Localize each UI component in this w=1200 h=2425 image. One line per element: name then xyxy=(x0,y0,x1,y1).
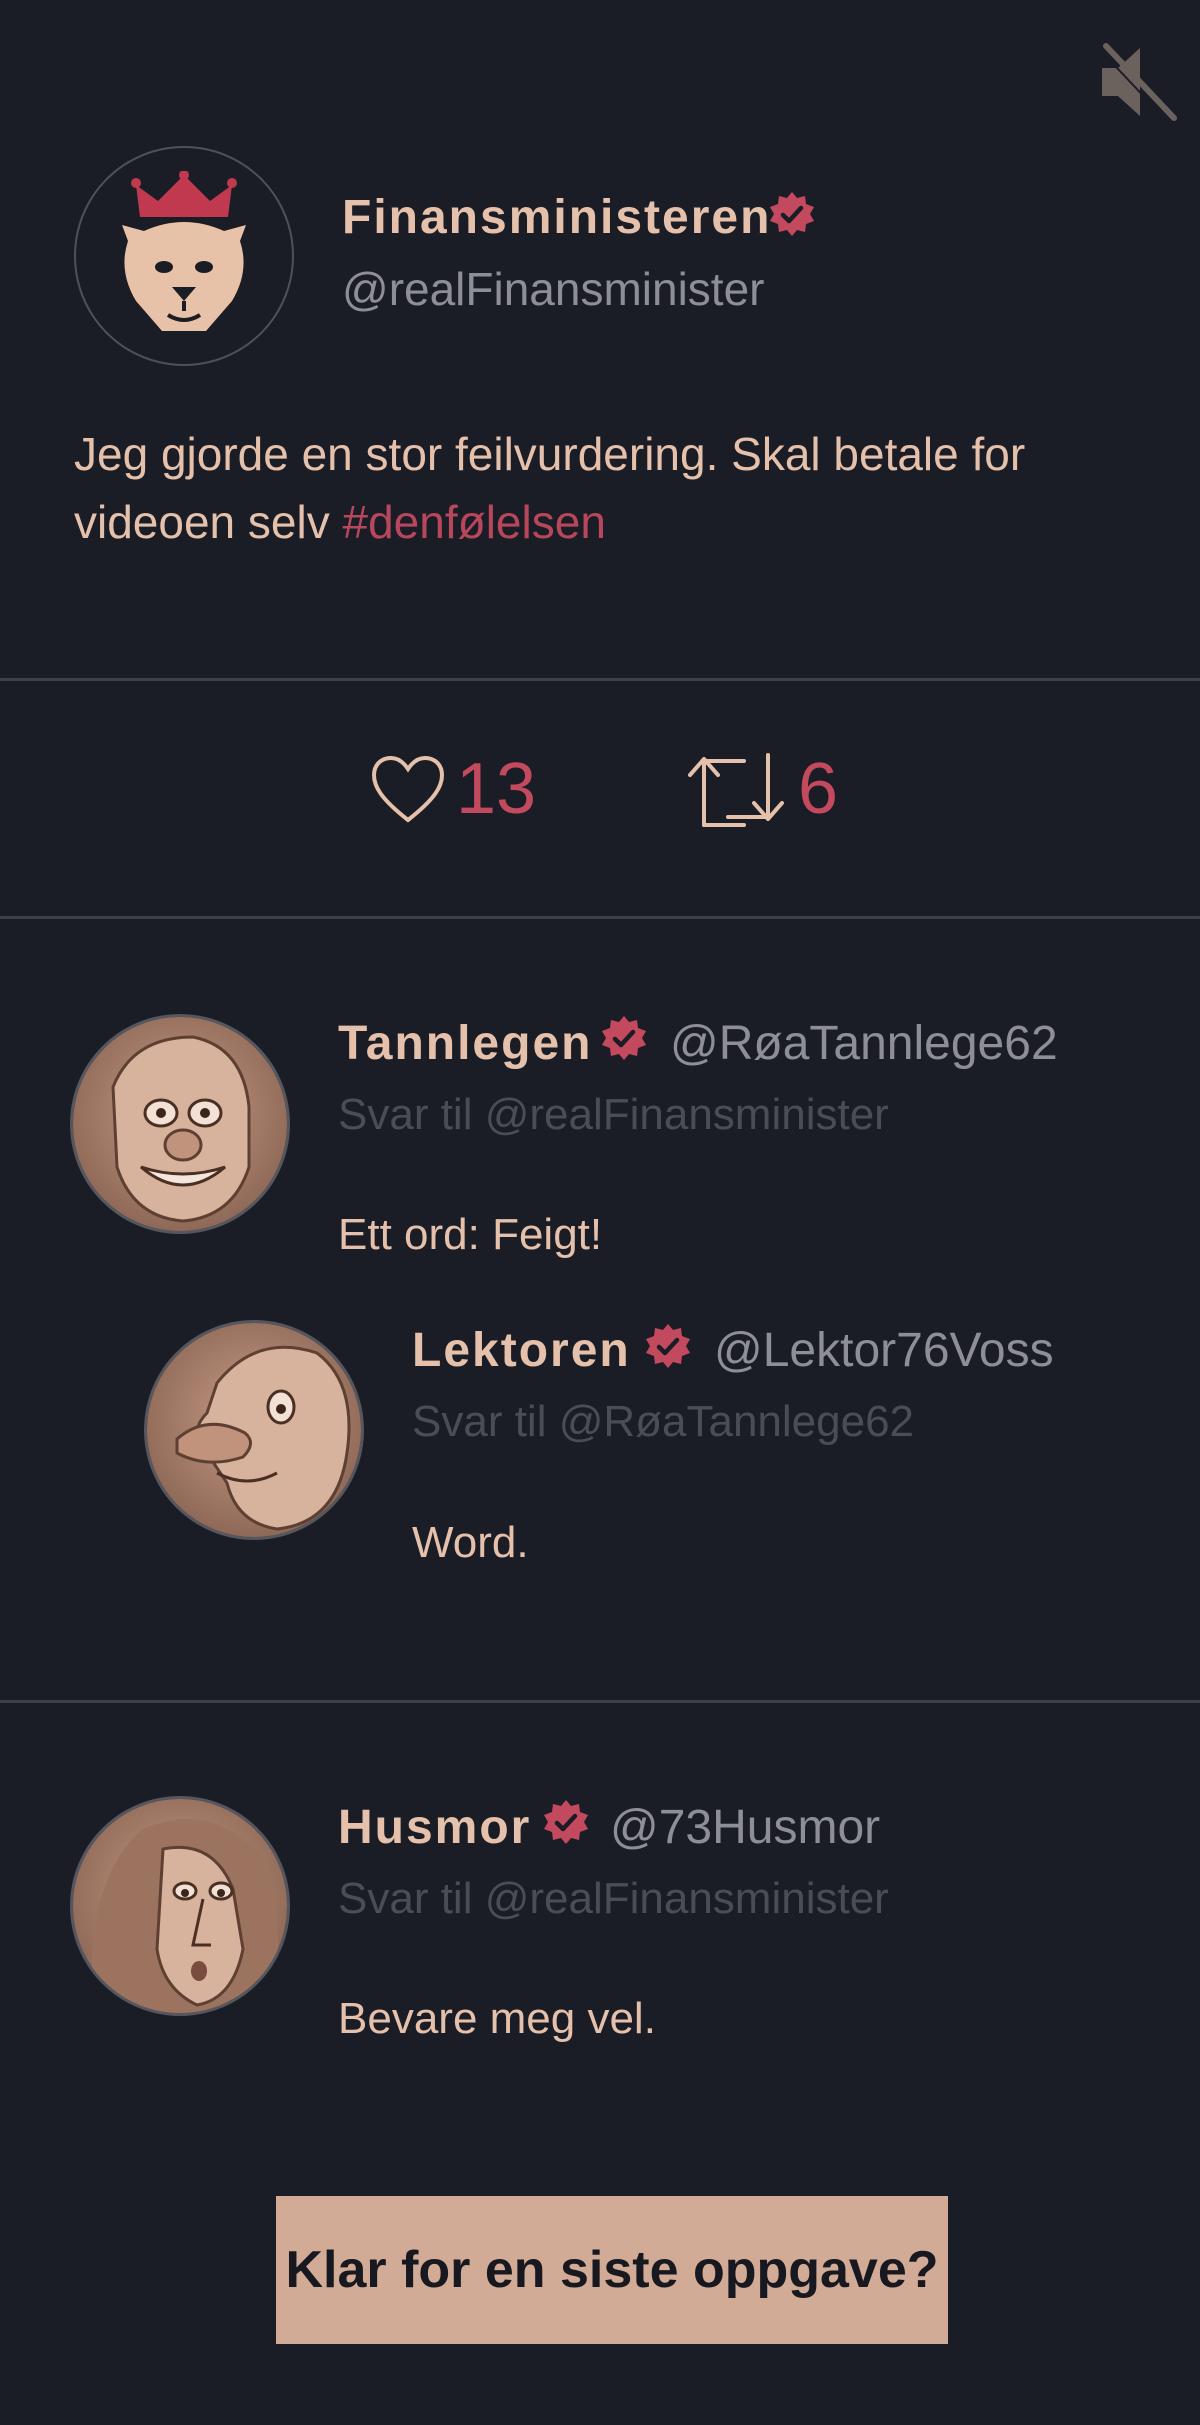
heart-icon xyxy=(371,755,445,823)
retweet-icon xyxy=(688,753,784,827)
comment-reply-to[interactable]: Svar til @realFinansminister xyxy=(338,1874,889,1924)
comment-reply-to[interactable]: Svar til @RøaTannlege62 xyxy=(412,1397,914,1447)
avatar-finansministeren[interactable] xyxy=(74,146,294,366)
speaker-muted-icon xyxy=(1100,43,1177,124)
comment-text: Ett ord: Feigt! xyxy=(338,1210,603,1259)
verified-badge-icon xyxy=(542,1798,590,1846)
avatar-husmor[interactable] xyxy=(70,1796,290,2016)
divider xyxy=(0,1700,1200,1703)
divider xyxy=(0,678,1200,681)
avatar-tannlegen[interactable] xyxy=(70,1014,290,1234)
post-text: Jeg gjorde en stor feilvurdering. Skal b… xyxy=(74,420,1134,556)
comment-author-handle[interactable]: @73Husmor xyxy=(610,1800,880,1855)
caricature-face-icon xyxy=(73,1017,287,1231)
caricature-face-icon xyxy=(147,1323,361,1537)
mute-button[interactable] xyxy=(1096,40,1180,124)
post-author-name[interactable]: Finansministeren xyxy=(342,190,771,245)
comment-text: Bevare meg vel. xyxy=(338,1994,656,2043)
comment-text: Word. xyxy=(412,1518,529,1567)
verified-badge-icon xyxy=(644,1322,692,1370)
lion-crown-icon xyxy=(122,171,246,331)
retweet-button[interactable]: 6 xyxy=(684,748,838,830)
verified-badge-icon xyxy=(768,190,816,238)
retweet-count: 6 xyxy=(798,749,839,829)
post-hashtag[interactable]: #denfølelsen xyxy=(343,496,606,548)
next-task-button[interactable]: Klar for en siste oppgave? xyxy=(276,2196,948,2344)
verified-badge-icon xyxy=(600,1014,648,1062)
divider xyxy=(0,916,1200,919)
like-count: 13 xyxy=(456,749,537,829)
comment-reply-to[interactable]: Svar til @realFinansminister xyxy=(338,1090,889,1140)
avatar-lektoren[interactable] xyxy=(144,1320,364,1540)
comment-author-name[interactable]: Lektoren xyxy=(412,1323,631,1378)
caricature-face-icon xyxy=(73,1799,287,2013)
comment-author-name[interactable]: Tannlegen xyxy=(338,1016,592,1071)
comment-author-handle[interactable]: @Lektor76Voss xyxy=(714,1323,1054,1378)
like-button[interactable]: 13 xyxy=(370,748,536,830)
post-author-handle[interactable]: @realFinansminister xyxy=(342,262,765,316)
comment-author-handle[interactable]: @RøaTannlege62 xyxy=(670,1016,1058,1071)
comment-author-name[interactable]: Husmor xyxy=(338,1800,531,1855)
